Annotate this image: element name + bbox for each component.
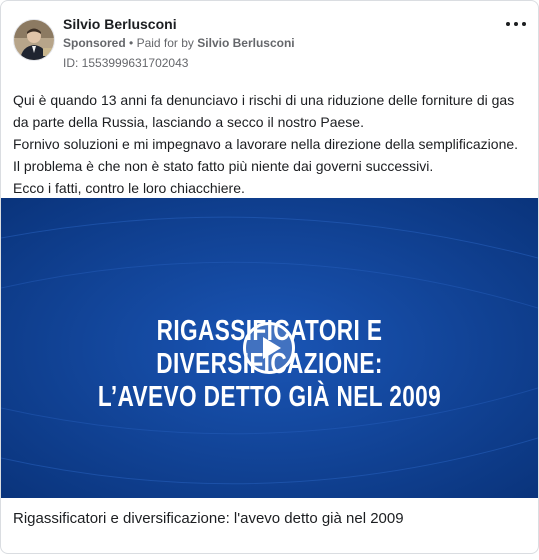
post-text-line: Qui è quando 13 anni fa denunciavo i ris… bbox=[13, 92, 515, 130]
author-name[interactable]: Silvio Berlusconi bbox=[63, 16, 177, 32]
ad-card: Silvio Berlusconi Sponsored • Paid for b… bbox=[0, 0, 539, 554]
video-player[interactable]: RIGASSIFICATORI E DIVERSIFICAZIONE: L’AV… bbox=[1, 198, 538, 498]
more-options-icon[interactable] bbox=[506, 19, 526, 29]
sponsored-line: Sponsored • Paid for by Silvio Berluscon… bbox=[63, 36, 295, 50]
play-icon[interactable] bbox=[243, 322, 295, 374]
paid-by-name[interactable]: Silvio Berlusconi bbox=[197, 36, 294, 50]
ad-id: ID: 1553999631702043 bbox=[63, 56, 189, 70]
sponsored-label: Sponsored bbox=[63, 36, 126, 50]
video-headline-line2: L’AVEVO DETTO GIÀ NEL 2009 bbox=[97, 381, 442, 413]
separator-dot: • bbox=[129, 36, 134, 50]
post-text-line: Il problema è che non è stato fatto più … bbox=[13, 158, 434, 174]
post-header: Silvio Berlusconi Sponsored • Paid for b… bbox=[13, 13, 526, 73]
post-text-line: Ecco i fatti, contro le loro chiacchiere… bbox=[13, 180, 245, 196]
paid-for-prefix: Paid for by bbox=[136, 36, 194, 50]
author-avatar[interactable] bbox=[13, 19, 55, 61]
video-caption[interactable]: Rigassificatori e diversificazione: l'av… bbox=[13, 510, 404, 527]
post-text: Qui è quando 13 anni fa denunciavo i ris… bbox=[13, 89, 524, 199]
post-text-line: Fornivo soluzioni e mi impegnavo a lavor… bbox=[13, 136, 519, 152]
